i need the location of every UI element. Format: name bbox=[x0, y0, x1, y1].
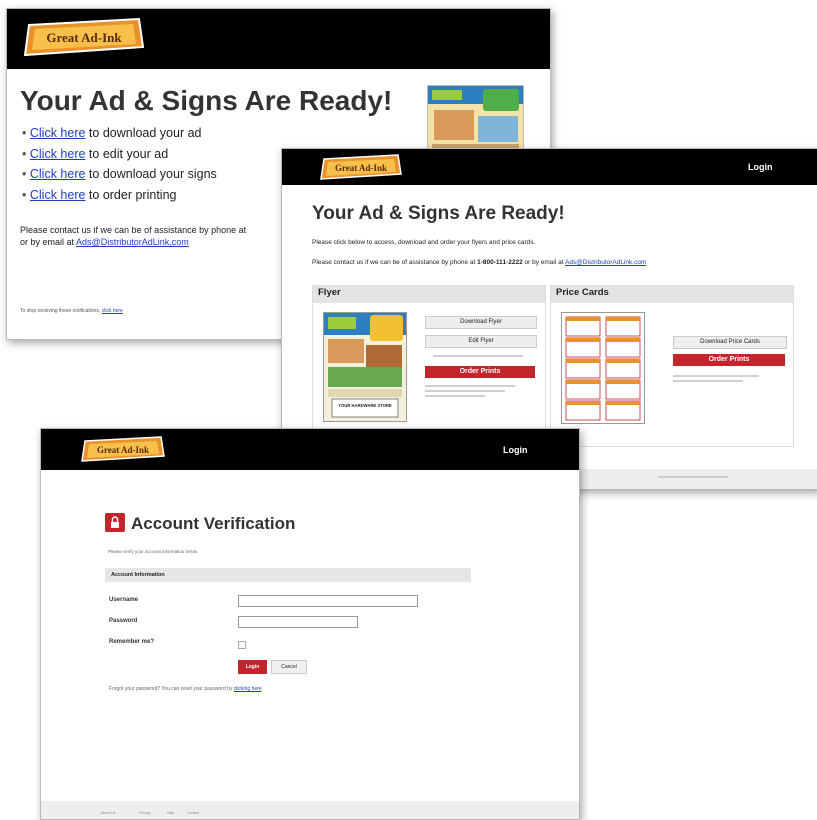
list-item-text: to download your signs bbox=[88, 167, 217, 181]
edit-flyer-button[interactable]: Edit Flyer bbox=[425, 335, 537, 348]
footer-link[interactable]: Privacy bbox=[139, 811, 150, 815]
footer-link[interactable]: Contact bbox=[187, 811, 199, 815]
email-link[interactable]: Ads@DistributorAdLink.com bbox=[565, 259, 646, 266]
contact-line: Please contact us if we can be of assist… bbox=[20, 225, 247, 235]
username-label: Username bbox=[109, 597, 139, 603]
price-cards-preview[interactable] bbox=[561, 312, 645, 424]
price-cards-panel: Price Cards Download Price Cards Order P… bbox=[550, 285, 794, 447]
download-ad-link[interactable]: Click here bbox=[30, 126, 86, 140]
footer-link[interactable]: Help bbox=[167, 811, 174, 815]
flyer-note bbox=[433, 354, 533, 359]
list-item: Click here to edit your ad bbox=[22, 147, 217, 161]
list-item-text: to download your ad bbox=[88, 126, 202, 140]
brand-logo[interactable]: Great Ad-Ink bbox=[79, 435, 167, 463]
page-title: Account Verification bbox=[131, 514, 296, 533]
unsubscribe-text: To stop receiving these notifications, c… bbox=[20, 308, 123, 314]
password-input[interactable] bbox=[238, 616, 358, 628]
brand-logo[interactable]: Great Ad-Ink bbox=[318, 153, 404, 181]
list-item: Click here to download your ad bbox=[22, 126, 217, 140]
email-link[interactable]: Ads@DistributorAdLink.com bbox=[76, 237, 189, 247]
download-price-cards-button[interactable]: Download Price Cards bbox=[673, 336, 787, 349]
list-item: Click here to order printing bbox=[22, 188, 217, 202]
flyer-panel: Flyer YOUR HARDWARE STORE Download Flyer… bbox=[312, 285, 546, 447]
contact-text: Please contact us if we can be of assist… bbox=[20, 224, 300, 248]
price-cards-help-text bbox=[673, 374, 773, 391]
logo-text: Great Ad-Ink bbox=[46, 30, 122, 45]
login-link[interactable]: Login bbox=[503, 445, 528, 455]
flyer-heading: Flyer bbox=[313, 286, 545, 303]
price-cards-heading: Price Cards bbox=[551, 286, 793, 303]
reset-password-link[interactable]: clicking here bbox=[234, 686, 262, 692]
flyer-help-text bbox=[425, 384, 525, 405]
account-verification-window: Great Ad-Ink Login Account Verification … bbox=[40, 428, 580, 820]
remember-me-label: Remember me? bbox=[109, 639, 155, 645]
forgot-password-label: Forgot your password? You can reset your… bbox=[109, 686, 233, 692]
download-flyer-button[interactable]: Download Flyer bbox=[425, 316, 537, 329]
logo-text: Great Ad-Ink bbox=[97, 445, 149, 455]
contact-text: Please contact us if we can be of assist… bbox=[312, 259, 646, 266]
cancel-button[interactable]: Cancel bbox=[271, 660, 307, 674]
page-title: Your Ad & Signs Are Ready! bbox=[20, 85, 393, 116]
footer-text bbox=[658, 475, 728, 480]
verification-header: Great Ad-Ink Login bbox=[41, 429, 579, 470]
footer-link[interactable]: About Us bbox=[101, 811, 115, 815]
login-button[interactable]: Login bbox=[238, 660, 267, 674]
lock-icon bbox=[105, 513, 125, 532]
download-signs-link[interactable]: Click here bbox=[30, 167, 86, 181]
portal-header: Great Ad-Ink Login bbox=[282, 149, 817, 185]
login-link[interactable]: Login bbox=[748, 162, 773, 172]
unsubscribe-label: To stop receiving these notifications, bbox=[20, 308, 101, 314]
page-title: Your Ad & Signs Are Ready! bbox=[312, 203, 565, 224]
email-header: Great Ad-Ink bbox=[7, 9, 550, 69]
contact-line: or by email at bbox=[20, 237, 75, 247]
flyer-preview[interactable]: YOUR HARDWARE STORE bbox=[323, 312, 407, 422]
forgot-password-text: Forgot your password? You can reset your… bbox=[109, 686, 262, 692]
remember-me-checkbox[interactable] bbox=[238, 641, 246, 649]
price-cards-order-prints-button[interactable]: Order Prints bbox=[673, 354, 785, 366]
username-input[interactable] bbox=[238, 595, 418, 607]
brand-logo[interactable]: Great Ad-Ink bbox=[21, 17, 147, 57]
list-item-text: to order printing bbox=[88, 187, 177, 202]
phone-number: 1-800-111-2222 bbox=[477, 259, 523, 266]
verification-footer: About Us Privacy Help Contact bbox=[41, 801, 579, 819]
intro-text: Please verify your account information b… bbox=[108, 549, 199, 554]
intro-text: Please click below to access, download a… bbox=[312, 239, 536, 246]
flyer-order-prints-button[interactable]: Order Prints bbox=[425, 366, 535, 378]
action-list: Click here to download your ad Click her… bbox=[22, 126, 217, 208]
order-printing-link[interactable]: Click here bbox=[30, 188, 86, 202]
store-name: YOUR HARDWARE STORE bbox=[338, 403, 392, 408]
list-item: Click here to download your signs bbox=[22, 167, 217, 181]
section-header: Account Information bbox=[105, 568, 471, 582]
contact-prefix: Please contact us if we can be of assist… bbox=[312, 259, 476, 266]
contact-mid: or by email at bbox=[524, 259, 564, 266]
unsubscribe-link[interactable]: click here bbox=[102, 308, 123, 314]
logo-text: Great Ad-Ink bbox=[335, 163, 387, 173]
password-label: Password bbox=[109, 618, 138, 624]
edit-ad-link[interactable]: Click here bbox=[30, 147, 86, 161]
list-item-text: to edit your ad bbox=[88, 146, 169, 161]
